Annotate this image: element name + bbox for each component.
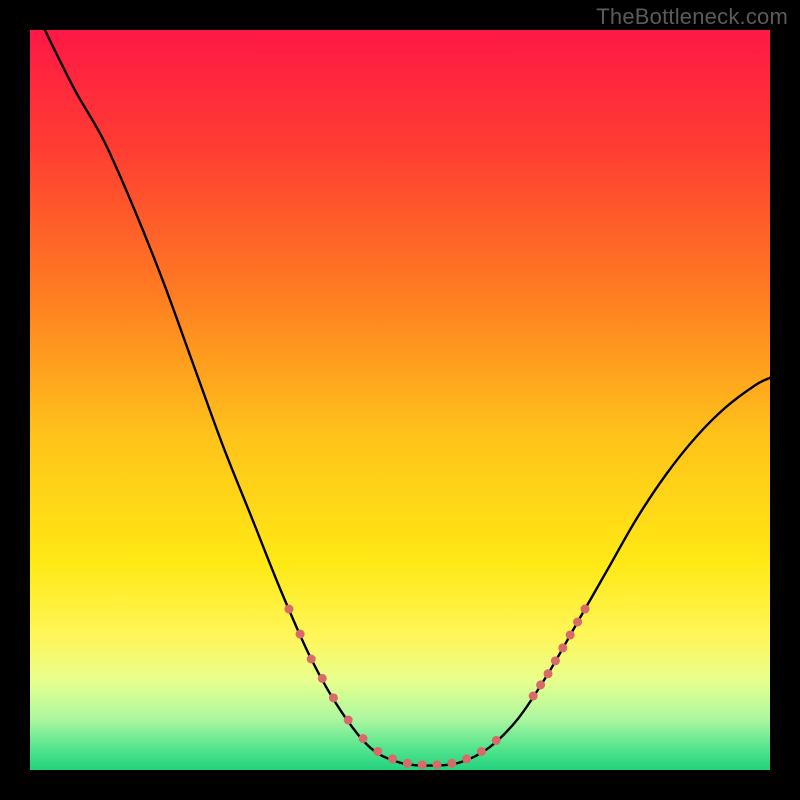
highlight-dot	[566, 630, 575, 639]
highlight-dot	[307, 655, 316, 664]
highlight-dot	[558, 643, 567, 652]
highlight-dot	[388, 754, 397, 763]
highlight-dot	[433, 760, 442, 769]
highlight-dot	[536, 680, 545, 689]
highlight-dot	[285, 605, 294, 614]
highlight-dot	[329, 693, 338, 702]
highlight-dot	[344, 716, 353, 725]
chart-canvas: TheBottleneck.com	[0, 0, 800, 800]
highlight-dot	[403, 759, 412, 768]
highlight-dot	[373, 747, 382, 756]
highlight-dot	[551, 656, 560, 665]
highlight-dot	[477, 747, 486, 756]
highlight-dot	[529, 692, 538, 701]
highlight-dot	[544, 669, 553, 678]
highlight-dot	[462, 754, 471, 763]
watermark-label: TheBottleneck.com	[596, 4, 788, 30]
highlight-dot	[573, 618, 582, 627]
gradient-background	[30, 30, 770, 770]
highlight-dot	[492, 736, 501, 745]
highlight-dot	[359, 734, 368, 743]
plot-svg	[30, 30, 770, 770]
highlight-dot	[296, 630, 305, 639]
highlight-dot	[581, 605, 590, 614]
highlight-dot	[418, 760, 427, 769]
highlight-dot	[318, 674, 327, 683]
highlight-dot	[447, 759, 456, 768]
plot-frame	[30, 30, 770, 770]
